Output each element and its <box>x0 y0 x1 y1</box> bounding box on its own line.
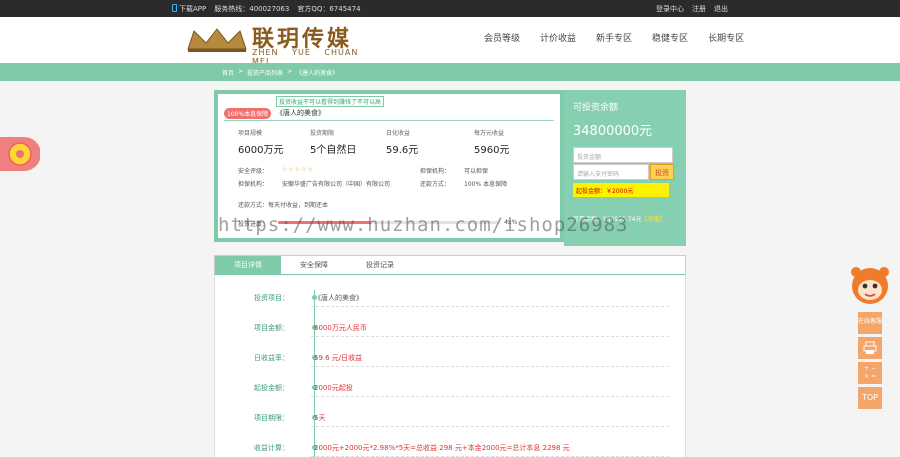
top-bar-right: 登录中心 注册 退出 <box>656 4 728 14</box>
detail-value: 《唐人的美食》 <box>314 294 363 302</box>
detail-value: 2000元+2000元*2.98%*5天=总收益 298 元+本金2000元=总… <box>314 444 570 452</box>
invest-balance-amount: 34800000元 <box>573 124 653 139</box>
main-nav: 会员等级 计价收益 新手专区 稳健专区 长期专区 <box>484 31 744 44</box>
nav-long-term[interactable]: 长期专区 <box>708 31 744 44</box>
project-title: 《唐人的美食》 <box>276 109 325 117</box>
detail-row: 起投金额： 2000元起投 <box>215 378 687 398</box>
printer-icon <box>863 341 877 354</box>
detail-tabs: 项目详情 安全保障 投资记录 <box>214 255 686 275</box>
hotline-text: 服务热线：400027063 <box>214 5 290 13</box>
invest-amount-input[interactable]: 投资金额 <box>573 147 673 163</box>
detail-row: 投资项目： 《唐人的美食》 <box>215 288 687 308</box>
detail-label: 投资项目： <box>254 294 289 302</box>
print-button[interactable] <box>858 337 882 359</box>
nav-income[interactable]: 计价收益 <box>540 31 576 44</box>
detail-row: 日收益率： 59.6 元/日收益 <box>215 348 687 368</box>
back-to-top-button[interactable]: TOP <box>858 387 882 409</box>
info-row-guarantor: 担保机构： 安徽华盛广告有限公司（中国）有限公司 还款方式： 100% 本息保障 <box>238 181 508 188</box>
mascot-icon[interactable] <box>848 264 892 306</box>
detail-value: 6000万元人民币 <box>314 324 367 332</box>
invest-button[interactable]: 投资 <box>650 164 674 180</box>
repay-note: 还款方式：每天付收益，到期还本 <box>238 202 329 209</box>
row-underline <box>311 426 669 427</box>
stat-term: 投资期限 5个自然日 <box>310 130 357 156</box>
logout-link[interactable]: 退出 <box>714 4 728 14</box>
row-underline <box>311 396 669 397</box>
stat-scale: 项目规模 6000万元 <box>238 130 284 156</box>
stat-daily-income: 日化收益 59.6元 <box>386 130 419 156</box>
min-invest-hint: 起投金额：￥2000元 <box>573 183 669 197</box>
detail-label: 收益计算： <box>254 444 289 452</box>
detail-value: 2000元起投 <box>314 384 353 392</box>
register-link[interactable]: 注册 <box>692 4 706 14</box>
detail-row: 收益计算： 2000元+2000元*2.98%*5天=总收益 298 元+本金20… <box>215 438 687 457</box>
row-underline <box>311 306 669 307</box>
guarantee-badge: 100%本息保障 <box>224 108 272 119</box>
breadcrumb-current: 《唐人的美食》 <box>296 70 339 77</box>
nav-member-level[interactable]: 会员等级 <box>484 31 520 44</box>
info-row-rating: 安全评级： ☆☆☆☆☆ 担保机构： 可以担保 <box>238 166 489 175</box>
project-detail-list: 投资项目： 《唐人的美食》项目金额： 6000万元人民币日收益率： 59.6 元/日收… <box>214 276 686 457</box>
project-link[interactable]: 投资收益不可以看得到赚钱了不可以高 <box>276 96 385 107</box>
timeline-line <box>314 290 315 457</box>
detail-label: 项目金额： <box>254 324 289 332</box>
calculator-button[interactable]: + − × = <box>858 362 882 384</box>
detail-row: 项目金额： 6000万元人民币 <box>215 318 687 338</box>
nav-newbie[interactable]: 新手专区 <box>596 31 632 44</box>
stat-per-10k: 每万元收益 5960元 <box>474 130 510 156</box>
breadcrumb-bar: 首页 > 投资产品列表 > 《唐人的美食》 <box>0 63 900 81</box>
detail-label: 项目期限： <box>254 414 289 422</box>
qq-text: 官方QQ：6745474 <box>297 5 361 13</box>
breadcrumb-sep: > <box>287 68 293 75</box>
detail-value: 5天 <box>314 414 326 422</box>
detail-label: 起投金额： <box>254 384 289 392</box>
online-service-button[interactable]: 在线客服 <box>858 312 882 334</box>
breadcrumb-list[interactable]: 投资产品列表 <box>247 68 283 77</box>
row-underline <box>311 336 669 337</box>
breadcrumb-home[interactable]: 首页 <box>222 68 234 77</box>
breadcrumb: 首页 > 投资产品列表 > 《唐人的美食》 <box>222 68 338 77</box>
breadcrumb-sep: > <box>238 68 244 75</box>
invest-balance-title: 可投资余额 <box>573 103 619 113</box>
login-center-link[interactable]: 登录中心 <box>656 4 684 14</box>
watermark-text: https://www.huzhan.com/ishop26983 <box>218 214 629 236</box>
nav-stable[interactable]: 稳健专区 <box>652 31 688 44</box>
detail-label: 日收益率： <box>254 354 289 362</box>
lottery-wheel-icon[interactable] <box>0 137 40 171</box>
row-underline <box>311 366 669 367</box>
header: 联玥传媒 ZHEN YUE CHUAN MEI 会员等级 计价收益 新手专区 稳… <box>0 17 900 66</box>
divider <box>224 120 554 121</box>
download-app-link[interactable]: 下载APP <box>172 4 206 14</box>
tab-security[interactable]: 安全保障 <box>281 256 347 274</box>
top-bar: 下载APP 服务热线：400027063 官方QQ：6745474 登录中心 注… <box>0 0 900 17</box>
detail-value: 59.6 元/日收益 <box>314 354 363 362</box>
pay-password-input[interactable]: 请输入支付密码 <box>573 164 649 180</box>
rating-stars: ☆☆☆☆☆ <box>282 166 314 173</box>
detail-row: 项目期限： 5天 <box>215 408 687 428</box>
recharge-link[interactable]: 【充值】 <box>641 216 665 223</box>
tab-invest-records[interactable]: 投资记录 <box>347 256 413 274</box>
phone-icon <box>172 4 177 12</box>
crown-icon <box>187 28 247 52</box>
tab-project-detail[interactable]: 项目详情 <box>215 256 281 274</box>
top-bar-left: 下载APP 服务热线：400027063 官方QQ：6745474 <box>172 4 361 14</box>
site-logo[interactable]: 联玥传媒 ZHEN YUE CHUAN MEI <box>186 21 386 66</box>
